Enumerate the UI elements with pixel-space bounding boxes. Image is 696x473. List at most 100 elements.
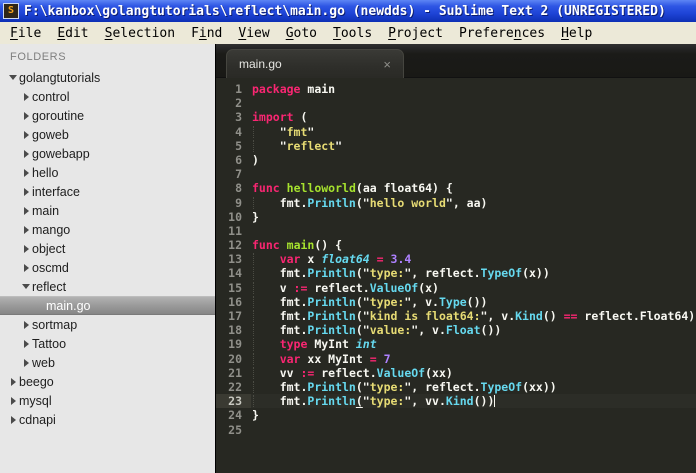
token: := [300, 365, 315, 380]
sidebar-item-interface[interactable]: interface [0, 182, 215, 201]
menu-item-preferences[interactable]: Preferences [451, 24, 553, 43]
code-line[interactable]: 24} [216, 408, 696, 422]
sidebar-item-object[interactable]: object [0, 239, 215, 258]
menu-item-tools[interactable]: Tools [325, 24, 380, 43]
sidebar-item-goroutine[interactable]: goroutine [0, 106, 215, 125]
sidebar-item-tattoo[interactable]: Tattoo [0, 334, 215, 353]
code-line[interactable]: 9 fmt.Println("hello world", aa) [216, 196, 696, 210]
code-line[interactable]: 1 package main [216, 82, 696, 96]
sidebar-item-reflect[interactable]: reflect [0, 277, 215, 296]
token: ValueOf [376, 365, 426, 380]
triangle-right-icon[interactable] [7, 396, 19, 405]
line-number: 10 [228, 209, 242, 224]
sidebar-item-label: main.go [46, 298, 91, 313]
code-line-text: var xx MyInt = 7 [251, 352, 391, 366]
token: fmt. [252, 379, 308, 394]
menu-item-selection[interactable]: Selection [97, 24, 183, 43]
menu-item-help[interactable]: Help [553, 24, 600, 43]
tab-main-go[interactable]: main.go × [226, 49, 404, 78]
token: x [300, 252, 322, 267]
menu-item-edit[interactable]: Edit [49, 24, 96, 43]
sidebar-item-main-go[interactable]: main.go [0, 296, 215, 315]
code-line[interactable]: 22 fmt.Println("type:", reflect.TypeOf(x… [216, 380, 696, 394]
code-line-text: } [251, 210, 259, 224]
line-number: 17 [228, 309, 242, 323]
code-line[interactable]: 17 fmt.Println("kind is float64:", v.Kin… [216, 309, 696, 323]
code-line[interactable]: 11 [216, 224, 696, 238]
disclosure-glyph [23, 339, 29, 348]
menu-item-project[interactable]: Project [380, 24, 451, 43]
title-bar[interactable]: S F:\kanbox\golangtutorials\reflect\main… [0, 0, 696, 22]
triangle-down-icon[interactable] [20, 284, 32, 289]
sidebar-item-goweb[interactable]: goweb [0, 125, 215, 144]
triangle-right-icon[interactable] [20, 358, 32, 367]
token: reflect [286, 138, 336, 153]
sidebar-item-hello[interactable]: hello [0, 163, 215, 182]
token: ", reflect. [404, 379, 481, 394]
disclosure-glyph [23, 225, 29, 234]
disclosure-glyph [23, 168, 29, 177]
close-icon[interactable]: × [383, 58, 391, 71]
code-line[interactable]: 4 "fmt" [216, 125, 696, 139]
code-line[interactable]: 5 "reflect" [216, 139, 696, 153]
triangle-right-icon[interactable] [7, 415, 19, 424]
menu-item-goto[interactable]: Goto [278, 24, 325, 43]
code-editor[interactable]: 1 package main 2 3 import (4 "fmt" 5 "reflect… [216, 78, 696, 473]
token: type: [369, 394, 405, 409]
code-line[interactable]: 6) [216, 153, 696, 167]
triangle-right-icon[interactable] [20, 92, 32, 101]
line-number: 9 [235, 195, 242, 210]
triangle-right-icon[interactable] [7, 377, 19, 386]
sidebar-item-mysql[interactable]: mysql [0, 391, 215, 410]
triangle-right-icon[interactable] [20, 168, 32, 177]
code-line[interactable]: 12 func main() { [216, 238, 696, 252]
sidebar-item-control[interactable]: control [0, 87, 215, 106]
code-line[interactable]: 15 v := reflect.ValueOf(x) [216, 281, 696, 295]
disclosure-glyph [23, 358, 29, 367]
code-line[interactable]: 7 [216, 167, 696, 181]
menu-item-file[interactable]: File [2, 24, 49, 43]
code-line[interactable]: 10} [216, 210, 696, 224]
sidebar-item-web[interactable]: web [0, 353, 215, 372]
menu-item-view[interactable]: View [230, 24, 277, 43]
code-line[interactable]: 20 var xx MyInt = 7 [216, 352, 696, 366]
sublime-logo-icon[interactable]: S [3, 3, 19, 19]
sidebar-item-sortmap[interactable]: sortmap [0, 315, 215, 334]
triangle-right-icon[interactable] [20, 149, 32, 158]
token: ()) [466, 294, 488, 309]
sidebar-item-main[interactable]: main [0, 201, 215, 220]
token: == [563, 309, 578, 323]
sidebar-item-oscmd[interactable]: oscmd [0, 258, 215, 277]
triangle-right-icon[interactable] [20, 244, 32, 253]
sidebar-item-gowebapp[interactable]: gowebapp [0, 144, 215, 163]
code-line[interactable]: 21 vv := reflect.ValueOf(xx) [216, 366, 696, 380]
triangle-right-icon[interactable] [20, 339, 32, 348]
triangle-right-icon[interactable] [20, 187, 32, 196]
token: fmt. [252, 266, 308, 281]
code-line[interactable]: 25 [216, 423, 696, 437]
menu-item-find[interactable]: Find [183, 24, 230, 43]
code-line[interactable]: 18 fmt.Println("value:", v.Float()) [216, 323, 696, 337]
sidebar-item-beego[interactable]: beego [0, 372, 215, 391]
sidebar-item-cdnapi[interactable]: cdnapi [0, 410, 215, 429]
code-line[interactable]: 16 fmt.Println("type:", v.Type()) [216, 295, 696, 309]
triangle-right-icon[interactable] [20, 320, 32, 329]
triangle-right-icon[interactable] [20, 130, 32, 139]
triangle-right-icon[interactable] [20, 111, 32, 120]
sidebar-item-label: reflect [32, 279, 67, 294]
code-line[interactable]: 8 func helloworld(aa float64) { [216, 181, 696, 195]
code-line[interactable]: 23 fmt.Println("type:", vv.Kind()) [216, 394, 696, 409]
sidebar-item-golangtutorials[interactable]: golangtutorials [0, 68, 215, 87]
code-line[interactable]: 14 fmt.Println("type:", reflect.TypeOf(x… [216, 266, 696, 280]
sidebar-item-mango[interactable]: mango [0, 220, 215, 239]
triangle-right-icon[interactable] [20, 225, 32, 234]
code-line[interactable]: 19 type MyInt int [216, 337, 696, 351]
code-line[interactable]: 2 [216, 96, 696, 110]
triangle-right-icon[interactable] [20, 263, 32, 272]
token: func [252, 238, 280, 253]
token: (x)) [522, 266, 550, 281]
triangle-down-icon[interactable] [7, 75, 19, 80]
code-line[interactable]: 3 import ( [216, 110, 696, 124]
code-line[interactable]: 13 var x float64 = 3.4 [216, 252, 696, 266]
triangle-right-icon[interactable] [20, 206, 32, 215]
